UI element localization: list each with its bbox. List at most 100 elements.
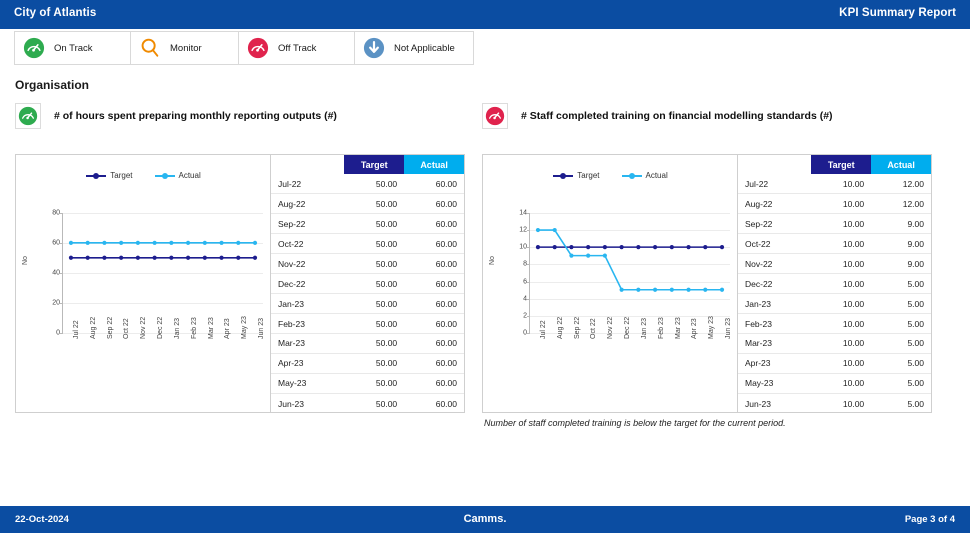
cell-period: Aug-22 (271, 193, 345, 215)
cell-period: Nov-22 (271, 253, 345, 275)
kpi-heading-hours-reporting: # of hours spent preparing monthly repor… (15, 103, 465, 129)
x-tick-label: Oct 22 (590, 318, 598, 339)
gauge-green-icon (18, 106, 38, 126)
cell-actual: 9.00 (871, 233, 931, 255)
x-tick-label: Feb 23 (657, 317, 665, 339)
chart-legend-swatch (154, 172, 175, 179)
cell-actual: 9.00 (871, 253, 931, 275)
y-tick-label: 20 (52, 299, 60, 307)
cell-target: 50.00 (344, 174, 405, 195)
series-point-actual (68, 240, 74, 245)
chart-series-layer (535, 227, 725, 292)
kpi-status-badge (482, 103, 508, 129)
chart-legend-swatch (86, 172, 107, 179)
kpi-title: # Staff completed training on financial … (521, 110, 833, 122)
series-point-actual (619, 287, 624, 292)
series-point-actual (719, 287, 725, 292)
cell-period: Sep-22 (271, 213, 345, 235)
series-point-actual (169, 240, 174, 245)
cell-actual: 60.00 (404, 353, 464, 374)
series-point-actual (185, 240, 191, 245)
cell-actual: 5.00 (871, 353, 931, 374)
cell-target: 50.00 (344, 233, 405, 255)
y-tick-label: 10 (519, 243, 527, 251)
chart-legend-swatch (621, 172, 642, 179)
table-row: Feb-23 50.00 60.00 (271, 313, 464, 334)
chart-legend-label: Target (577, 171, 600, 180)
x-tick-label: May 23 (241, 316, 249, 339)
cell-actual: 12.00 (871, 174, 931, 195)
chart-legend-item-actual: Actual (154, 171, 201, 180)
footer-brand: Camms. (463, 513, 507, 525)
x-tick-label: Dec 22 (624, 316, 632, 339)
cell-period: Jun-23 (278, 398, 304, 409)
series-point-target (85, 255, 90, 260)
chart-legend: Target Actual (483, 171, 738, 180)
x-tick-label: Nov 22 (140, 316, 148, 339)
x-tick-label: Sep 22 (573, 316, 581, 339)
series-point-target (185, 255, 191, 260)
cell-target: 10.00 (811, 373, 872, 394)
series-point-actual (535, 227, 541, 233)
cell-period: Aug-22 (738, 193, 812, 215)
cell-target: 50.00 (375, 398, 398, 409)
y-tick-label: 60 (52, 239, 60, 247)
cell-actual: 60.00 (404, 253, 464, 275)
kpi-title: # of hours spent preparing monthly repor… (54, 110, 337, 122)
series-point-target (586, 245, 591, 250)
chart-y-ticks: 0 20 40 60 80 (34, 210, 60, 337)
x-tick-label: Dec 22 (157, 316, 165, 339)
section-title: Organisation (15, 78, 90, 92)
cell-actual: 60.00 (404, 273, 464, 295)
chart-legend-swatch (553, 172, 574, 179)
cell-target: 50.00 (344, 293, 405, 315)
down-arrow-icon (363, 37, 385, 59)
table-row: May-23 50.00 60.00 (271, 373, 464, 394)
data-table-staff-training: Target Actual Jul-22 10.00 12.00 Aug-22 10.0… (738, 155, 931, 412)
chart-legend-item-actual: Actual (621, 171, 668, 180)
x-tick-label: Nov 22 (607, 316, 615, 339)
table-header-row: Target Actual (271, 155, 464, 174)
kpi-heading-staff-training: # Staff completed training on financial … (482, 103, 932, 129)
chart-legend-item-target: Target (86, 171, 133, 180)
x-tick-label: Jul 22 (73, 320, 80, 339)
cell-actual: 5.00 (871, 273, 931, 295)
x-tick-label: May 23 (708, 316, 716, 339)
cell-target: 50.00 (344, 353, 405, 374)
chart-legend: Target Actual (16, 171, 271, 180)
cell-target: 10.00 (811, 174, 872, 195)
column-header-actual: Actual (871, 155, 931, 174)
chart-hours-reporting: Target Actual No 0 20 40 60 80 Jul 22 Aug 22 Sep … (16, 155, 271, 412)
status-legend-item-on-track: On Track (15, 32, 131, 64)
cell-period: Apr-23 (738, 353, 812, 374)
cell-period: Dec-22 (738, 273, 812, 295)
status-legend-item-not-applicable: Not Applicable (355, 32, 473, 64)
column-header-period (271, 155, 345, 174)
status-legend-item-monitor: Monitor (131, 32, 239, 64)
axis-tick (60, 333, 63, 334)
cell-target: 10.00 (811, 333, 872, 354)
series-point-target (552, 245, 557, 250)
cell-period: Feb-23 (738, 313, 812, 334)
cell-period: May-23 (738, 373, 812, 394)
table-row: Jan-23 10.00 5.00 (738, 293, 931, 315)
table-row: Apr-23 50.00 60.00 (271, 353, 464, 374)
series-point-actual (85, 240, 90, 245)
chart-plot-area: No 0 2 4 6 8 10 12 14 Jul 22 Aug 22 Sep 22 Oct 22 Nov… (483, 185, 738, 375)
series-point-actual (586, 253, 591, 258)
cell-actual: 60.00 (404, 174, 464, 195)
cell-actual: 60.00 (435, 398, 457, 409)
x-tick-label: Apr 23 (224, 318, 232, 339)
series-point-actual (669, 287, 674, 292)
series-point-target (719, 245, 725, 250)
kpi-comment-staff-training: Number of staff completed training is be… (484, 418, 786, 428)
chart-y-axis-label: No (489, 256, 496, 265)
table-header-row: Target Actual (738, 155, 931, 174)
series-point-target (152, 255, 157, 260)
cell-period: Sep-22 (738, 213, 812, 235)
cell-period: Jul-22 (738, 174, 812, 195)
x-tick-label: Apr 23 (691, 318, 699, 339)
cell-target: 10.00 (811, 273, 872, 295)
cell-target: 10.00 (811, 353, 872, 374)
series-point-actual (219, 240, 224, 245)
